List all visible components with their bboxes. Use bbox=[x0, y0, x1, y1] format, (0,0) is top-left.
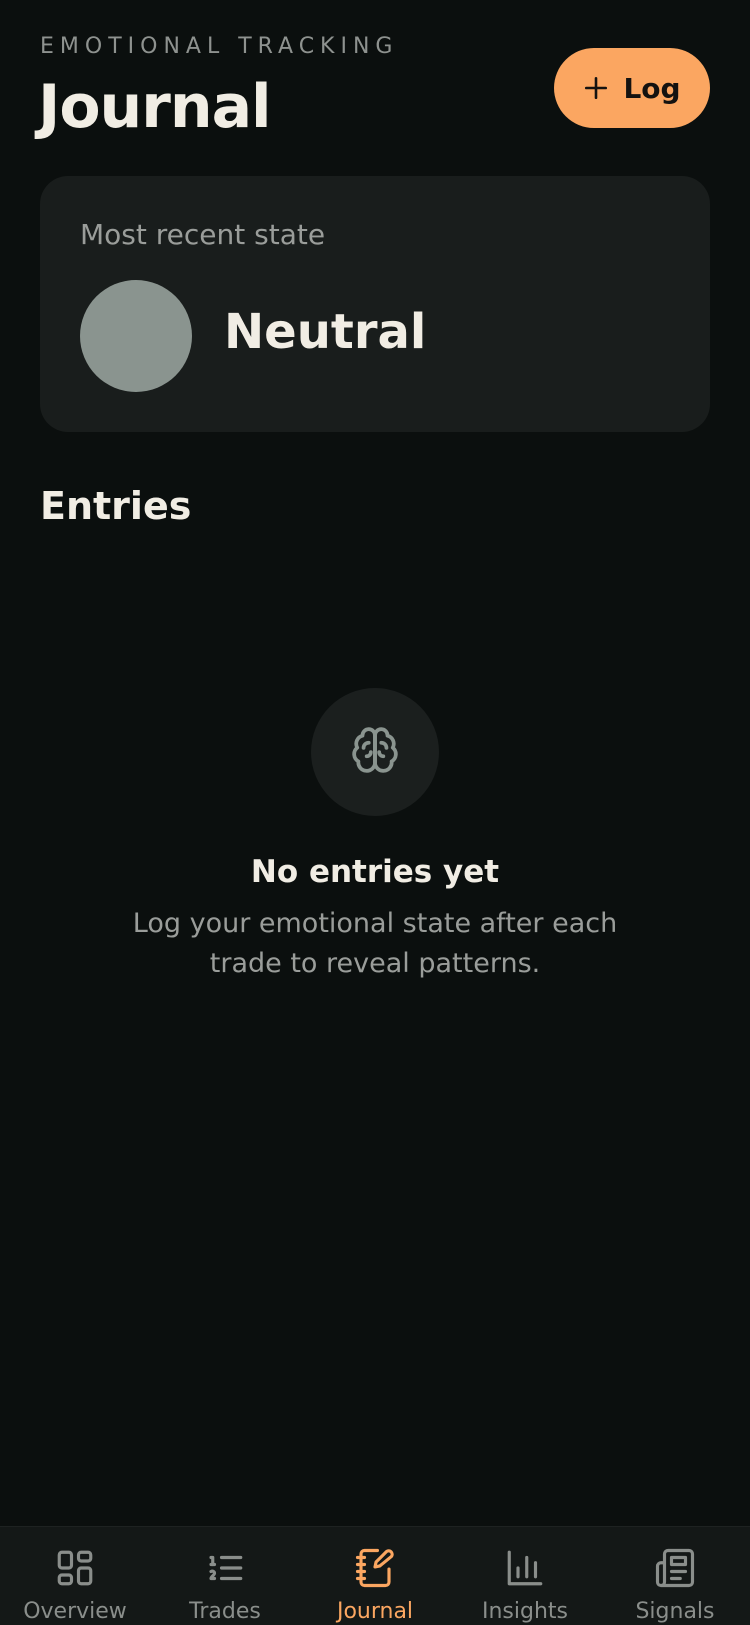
recent-state-card: Most recent state Neutral bbox=[40, 176, 710, 432]
list-icon bbox=[204, 1547, 246, 1589]
entries-section-title: Entries bbox=[40, 484, 192, 528]
bottom-tab-bar: Overview Trades Journal Insights Signals bbox=[0, 1526, 750, 1625]
bar-chart-icon bbox=[504, 1547, 546, 1589]
tab-overview[interactable]: Overview bbox=[0, 1527, 150, 1625]
tab-label: Overview bbox=[23, 1599, 127, 1624]
newspaper-icon bbox=[654, 1547, 696, 1589]
page-header: EMOTIONAL TRACKING Journal Log bbox=[38, 32, 710, 152]
tab-signals[interactable]: Signals bbox=[600, 1527, 750, 1625]
brain-icon bbox=[350, 725, 400, 779]
tab-label: Journal bbox=[336, 1599, 414, 1624]
empty-state-text: Log your emotional state after each trad… bbox=[132, 908, 618, 979]
recent-state-value: Neutral bbox=[224, 304, 427, 360]
empty-icon-circle bbox=[311, 688, 439, 816]
log-button-label: Log bbox=[623, 71, 681, 105]
log-entry-button[interactable]: Log bbox=[554, 48, 710, 128]
plus-icon bbox=[583, 75, 609, 101]
state-color-dot bbox=[80, 280, 192, 392]
entries-empty-state: No entries yet Log your emotional state … bbox=[0, 688, 750, 984]
notebook-pen-icon bbox=[354, 1547, 396, 1589]
recent-state-label: Most recent state bbox=[80, 218, 326, 251]
grid-icon bbox=[54, 1547, 96, 1589]
tab-insights[interactable]: Insights bbox=[450, 1527, 600, 1625]
tab-label: Trades bbox=[189, 1599, 261, 1624]
tab-label: Signals bbox=[635, 1599, 715, 1624]
tab-label: Insights bbox=[481, 1599, 568, 1624]
empty-state-title: No entries yet bbox=[250, 854, 500, 890]
tab-trades[interactable]: Trades bbox=[150, 1527, 300, 1625]
page-title: Journal bbox=[38, 72, 272, 142]
page-eyebrow: EMOTIONAL TRACKING bbox=[40, 34, 399, 59]
tab-journal[interactable]: Journal bbox=[300, 1527, 450, 1625]
